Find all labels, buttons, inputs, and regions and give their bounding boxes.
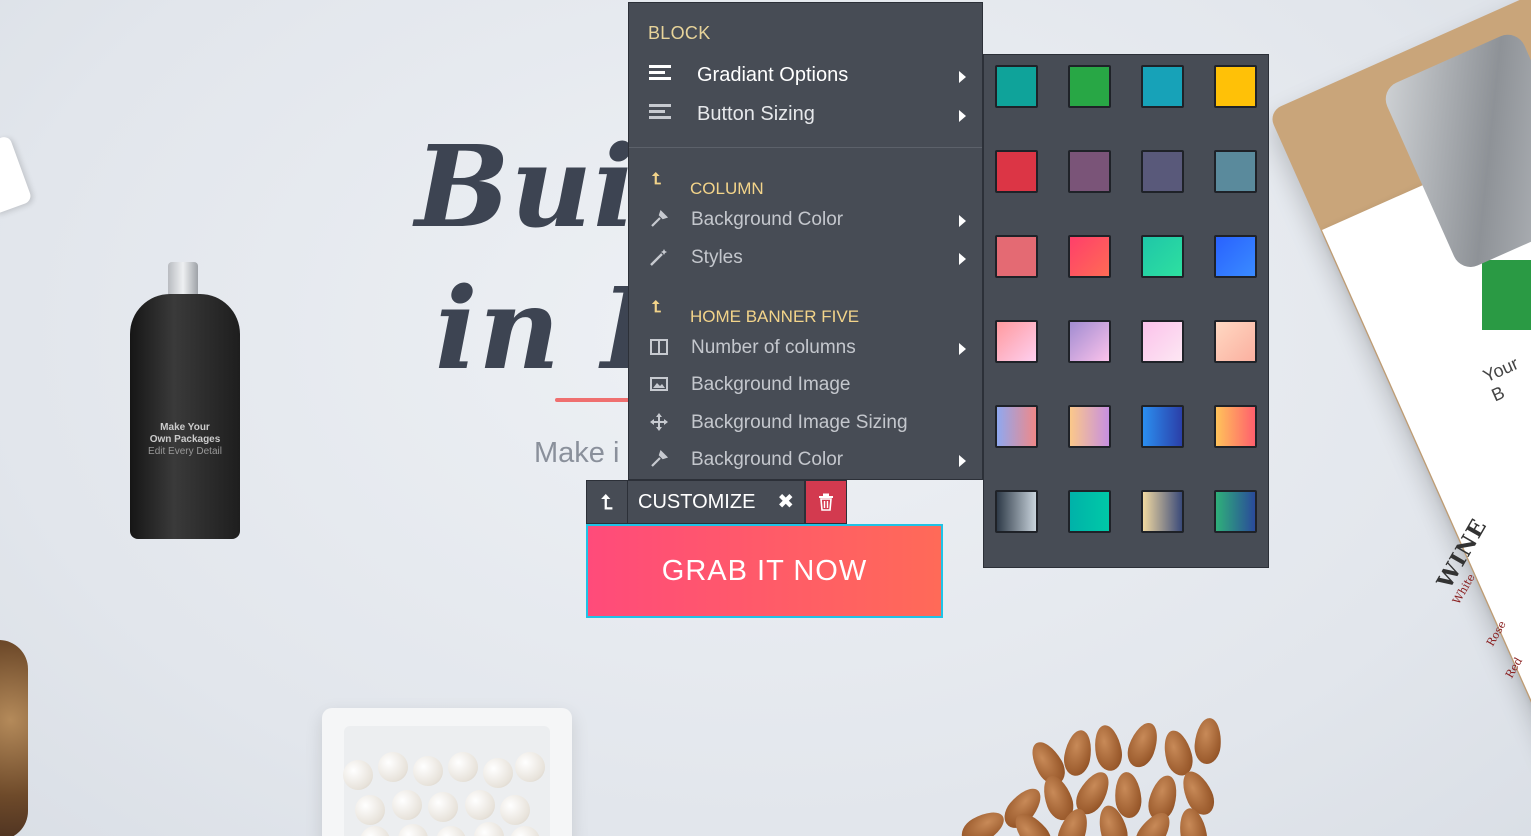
- menu-item-gradiant-options[interactable]: Gradiant Options: [629, 59, 982, 93]
- level-up-icon[interactable]: ⮤: [652, 171, 661, 189]
- subtitle: Make i: [534, 437, 620, 469]
- grinder-label: Make Your Own Packages Edit Every Detail: [148, 422, 222, 457]
- caret-right-icon: [959, 110, 966, 122]
- lines-icon: [649, 65, 671, 87]
- color-swatch[interactable]: [1068, 65, 1111, 108]
- candy-image: [483, 758, 513, 788]
- candy-image: [448, 752, 478, 782]
- menu-item-background-image-sizing[interactable]: Background Image Sizing: [629, 406, 982, 440]
- menu-item-background-image[interactable]: Background Image: [629, 368, 982, 402]
- banner-header: HOME BANNER FIVE: [690, 307, 860, 326]
- color-swatch[interactable]: [1214, 405, 1257, 448]
- color-swatch[interactable]: [995, 235, 1038, 278]
- column-header: COLUMN: [690, 179, 764, 198]
- almond-image: [1061, 728, 1095, 778]
- cup-image: [0, 134, 33, 216]
- color-swatch[interactable]: [1068, 405, 1111, 448]
- menu-divider: [629, 147, 982, 148]
- menu-item-banner-background-color[interactable]: Background Color: [629, 443, 982, 477]
- candy-image: [413, 756, 443, 786]
- color-swatch[interactable]: [1068, 320, 1111, 363]
- customize-button[interactable]: CUSTOMIZE ✖: [628, 480, 806, 524]
- color-swatch[interactable]: [995, 150, 1038, 193]
- color-swatch[interactable]: [995, 320, 1038, 363]
- gradient-swatch-panel: [983, 54, 1269, 568]
- level-up-icon[interactable]: ⮤: [652, 299, 661, 317]
- candy-image: [465, 790, 495, 820]
- almond-image: [1091, 723, 1125, 773]
- candy-image: [355, 795, 385, 825]
- color-swatch[interactable]: [1068, 490, 1111, 533]
- color-swatch[interactable]: [1141, 320, 1184, 363]
- trash-icon: [819, 493, 834, 511]
- select-parent-button[interactable]: ⮤: [586, 480, 628, 524]
- color-swatch[interactable]: [995, 405, 1038, 448]
- delete-button[interactable]: [805, 480, 848, 524]
- caret-right-icon: [959, 253, 966, 265]
- caret-right-icon: [959, 215, 966, 227]
- move-icon: [649, 412, 671, 434]
- color-swatch[interactable]: [1141, 65, 1184, 108]
- menu-item-number-of-columns[interactable]: Number of columns: [629, 331, 982, 365]
- color-swatch[interactable]: [995, 490, 1038, 533]
- block-header: BLOCK: [648, 23, 711, 43]
- menu-item-column-background-color[interactable]: Background Color: [629, 203, 982, 237]
- color-swatch[interactable]: [1214, 150, 1257, 193]
- grab-it-now-button[interactable]: GRAB IT NOW: [586, 524, 943, 618]
- color-swatch[interactable]: [1068, 150, 1111, 193]
- candy-image: [515, 752, 545, 782]
- color-swatch[interactable]: [1141, 405, 1184, 448]
- color-swatch[interactable]: [995, 65, 1038, 108]
- customize-label: CUSTOMIZE: [638, 491, 756, 513]
- almond-image: [956, 805, 1010, 836]
- color-swatch[interactable]: [1214, 235, 1257, 278]
- color-swatch[interactable]: [1141, 150, 1184, 193]
- logo-icon: [1482, 260, 1531, 330]
- color-swatch[interactable]: [1214, 490, 1257, 533]
- customize-toolbar: ⮤ CUSTOMIZE ✖: [586, 480, 848, 524]
- caret-right-icon: [959, 71, 966, 83]
- eyedropper-icon: [649, 209, 671, 231]
- color-swatch[interactable]: [1214, 320, 1257, 363]
- page-background: Make Your Own Packages Edit Every Detail…: [0, 0, 1531, 836]
- close-icon[interactable]: ✖: [777, 480, 794, 524]
- menu-item-styles[interactable]: Styles: [629, 241, 982, 275]
- eyedropper-icon: [649, 449, 671, 471]
- context-menu: BLOCK Gradiant Options Button Sizing ⮤ C…: [628, 2, 983, 480]
- bread-image: [0, 640, 28, 836]
- color-swatch[interactable]: [1068, 235, 1111, 278]
- candy-image: [378, 752, 408, 782]
- color-swatch[interactable]: [1141, 490, 1184, 533]
- candy-image: [428, 792, 458, 822]
- pepper-grinder-image: Make Your Own Packages Edit Every Detail: [122, 262, 246, 542]
- caret-right-icon: [959, 343, 966, 355]
- color-swatch[interactable]: [1214, 65, 1257, 108]
- level-up-icon: ⮤: [601, 492, 613, 514]
- color-swatch[interactable]: [1141, 235, 1184, 278]
- almond-image: [1122, 718, 1164, 772]
- almond-image: [1193, 716, 1223, 766]
- candy-image: [343, 760, 373, 790]
- caret-right-icon: [959, 455, 966, 467]
- candy-image: [392, 790, 422, 820]
- lines-icon: [649, 104, 671, 126]
- image-icon: [649, 374, 671, 396]
- columns-icon: [649, 337, 671, 359]
- magic-wand-icon: [649, 247, 671, 269]
- candy-image: [500, 795, 530, 825]
- menu-item-button-sizing[interactable]: Button Sizing: [629, 98, 982, 132]
